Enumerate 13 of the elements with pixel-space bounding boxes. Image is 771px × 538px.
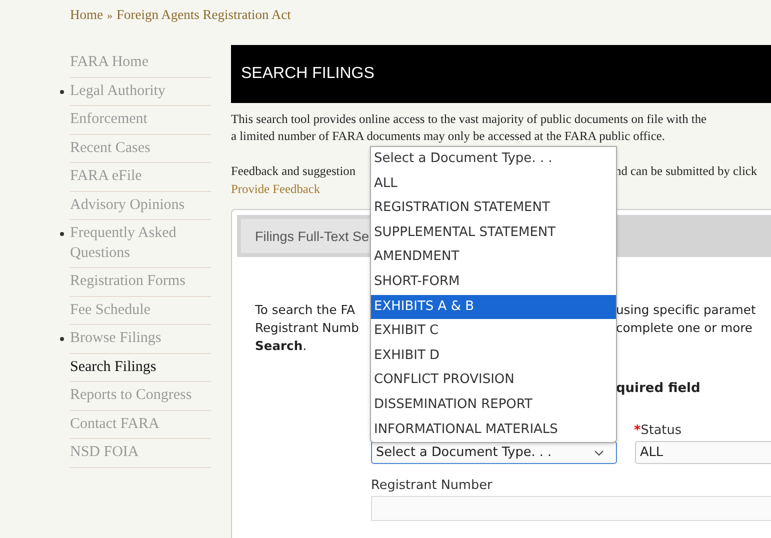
breadcrumb-separator: »	[107, 10, 112, 22]
instruction-text: complete one or more	[616, 320, 754, 337]
instruction-text: To search the FA	[255, 302, 356, 319]
instruction-text: Registrant Numb	[255, 320, 360, 337]
field-label: Registrant Number	[371, 478, 494, 493]
field-label: *Status	[633, 423, 682, 438]
page-title: SEARCH FILINGS	[241, 65, 374, 83]
instruction-text: using specific paramet	[616, 302, 757, 319]
feedback-text: Feedback and suggestion	[231, 163, 357, 180]
intro-text: a limited number of FARA documents may only be accessed at the FARA public office.	[231, 128, 666, 145]
instruction-text: Search.	[255, 339, 307, 353]
required-note: quired field	[616, 381, 702, 396]
intro-text: This search tool provides online access to the vast majority of public documents on file with the	[231, 111, 708, 128]
